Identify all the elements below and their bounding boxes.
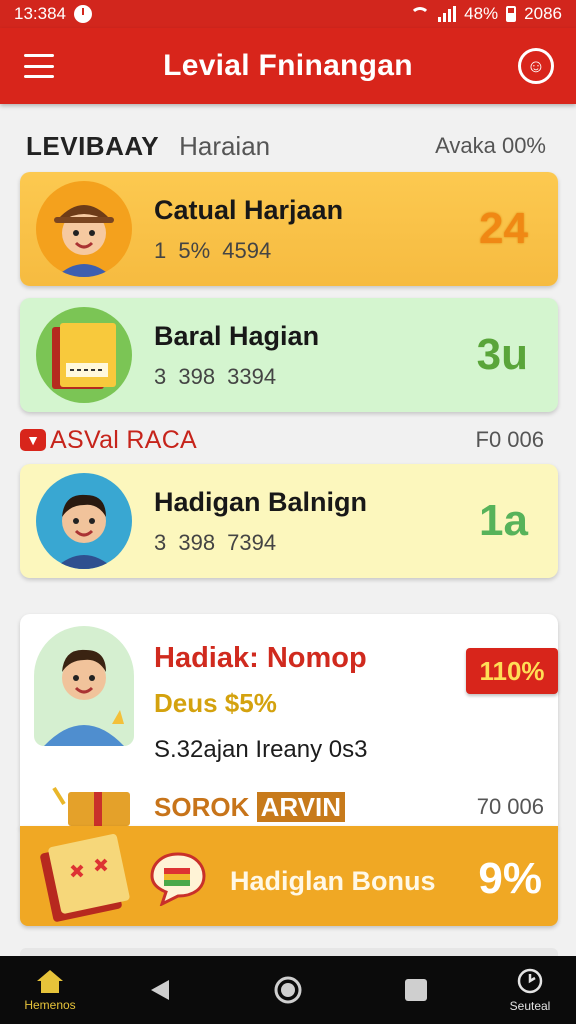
next-card-peek <box>20 948 558 956</box>
promo-subtitle: Deus $5% <box>154 688 277 718</box>
profile-icon[interactable]: ☺ <box>518 48 554 84</box>
battery-percent: 48% <box>464 4 499 23</box>
home-icon <box>37 970 63 993</box>
card-subtitle: 1 5% 4594 <box>154 237 272 263</box>
nav-home-label: Hemenos <box>24 998 76 1012</box>
nav-back-button[interactable] <box>140 956 180 1024</box>
bonus-bar[interactable]: Hadiglan Bonus 9% <box>20 826 558 926</box>
section-header-top: LEVIBAAY Haraian Avaka 00% <box>26 128 546 164</box>
list-card-3[interactable]: Hadigan Balnign 3 398 7394 1a <box>20 464 558 578</box>
app-bar: Levial Fninangan ☺ <box>0 28 576 104</box>
nav-settings-label: Seuteal <box>509 999 551 1013</box>
status-extra: 2086 <box>524 4 562 23</box>
section-header-mid: ▼ ASVal RACA F0 006 <box>20 424 544 456</box>
book-icon <box>40 834 130 922</box>
menu-icon[interactable] <box>24 54 54 78</box>
back-triangle-icon <box>151 980 169 1000</box>
avatar <box>36 181 132 277</box>
card-value: 1a <box>479 496 528 545</box>
nav-settings[interactable]: Seuteal <box>500 956 560 1024</box>
card-title: Hadigan Balnign <box>154 486 368 517</box>
promo-card[interactable]: Hadiak: Nomop Deus $5% S.32ajan Ireany 0… <box>20 614 558 828</box>
section-right-text[interactable]: 70 006 <box>477 794 544 820</box>
square-icon <box>405 979 427 1001</box>
card-value: 3u <box>476 330 528 379</box>
wifi-icon <box>410 7 431 21</box>
section-right-text[interactable]: F0 006 <box>476 427 545 453</box>
bonus-percent: 9% <box>478 854 542 903</box>
chat-bubble-icon <box>150 852 206 906</box>
battery-icon <box>506 6 517 22</box>
discount-badge[interactable]: 110% <box>466 648 558 694</box>
status-time: 13:384 <box>14 4 66 23</box>
avatar <box>36 473 132 569</box>
card-title: Baral Hagian <box>154 320 320 351</box>
avatar <box>34 626 134 746</box>
circle-icon <box>274 976 302 1004</box>
arrow-badge-icon: ▼ <box>20 429 46 451</box>
clock-icon <box>517 968 543 994</box>
section-right-text[interactable]: Avaka 00% <box>435 133 546 159</box>
card-subtitle: 3 398 7394 <box>154 529 277 555</box>
promo-detail: S.32ajan Ireany 0s3 <box>154 736 368 763</box>
section-subtitle: Haraian <box>179 130 271 161</box>
promo-title: Hadiak: Nomop <box>154 642 367 674</box>
section-title-a: SOROK <box>154 792 250 822</box>
list-card-1[interactable]: Catual Harjaan 1 5% 4594 24 <box>20 172 558 286</box>
section-title: LEVIBAAY <box>26 130 160 161</box>
nav-home-button[interactable] <box>268 956 308 1024</box>
bonus-label: Hadiglan Bonus <box>230 866 436 896</box>
section-title-b: ARVIN <box>256 792 346 822</box>
card-value: 24 <box>479 204 528 253</box>
card-title: Catual Harjaan <box>154 194 344 225</box>
section-title: ASVal RACA <box>50 425 198 454</box>
notification-icon <box>74 5 92 23</box>
book-icon <box>36 307 132 403</box>
card-subtitle: 3 398 3394 <box>154 363 277 389</box>
navigation-bar: Hemenos Seuteal <box>0 956 576 1024</box>
list-card-2[interactable]: Baral Hagian 3 398 3394 3u <box>20 298 558 412</box>
status-bar: 13:384 48% 2086 <box>0 0 576 28</box>
section-title: SOROK ARVIN <box>154 792 346 823</box>
signal-icon <box>438 6 457 22</box>
app-title: Levial Fninangan <box>163 49 413 82</box>
nav-home[interactable]: Hemenos <box>18 956 82 1024</box>
nav-recents-button[interactable] <box>396 956 436 1024</box>
